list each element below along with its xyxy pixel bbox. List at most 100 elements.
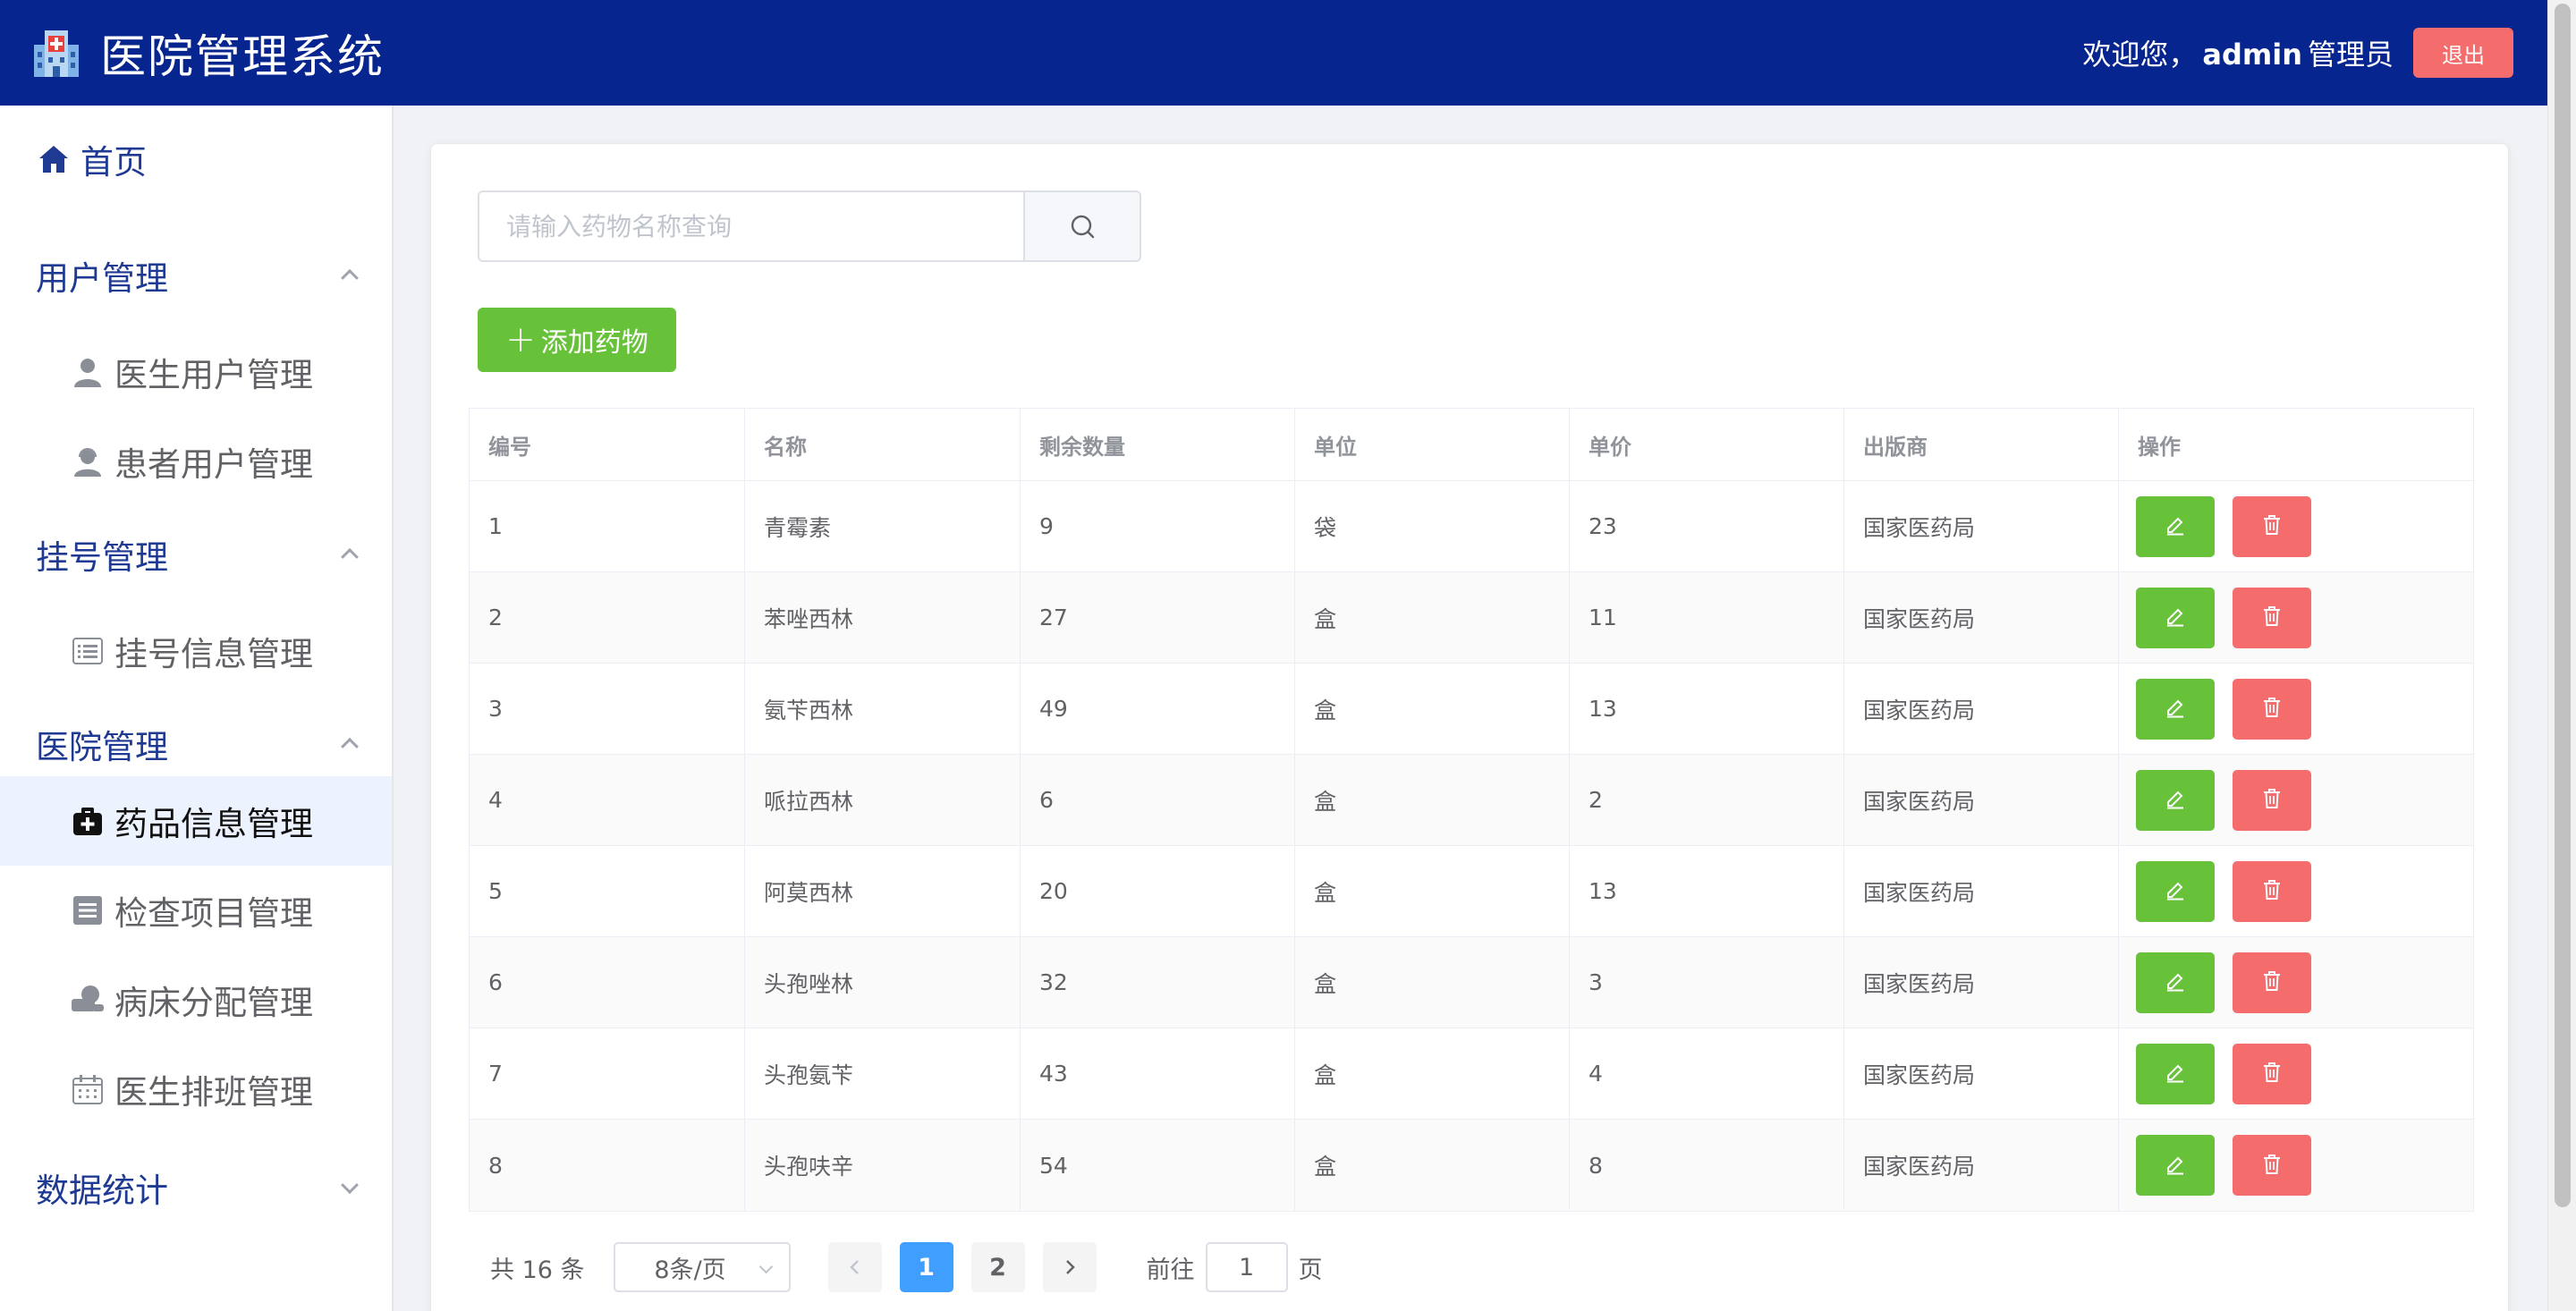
sidebar-group-label: 挂号管理 (36, 538, 168, 577)
goto-page-input[interactable] (1205, 1242, 1288, 1292)
scrollbar-thumb[interactable] (2555, 4, 2571, 1207)
chevron-up-icon (341, 547, 359, 566)
table-cell: 8 (1570, 1120, 1844, 1211)
table-header-row: 编号 名称 剩余数量 单位 单价 出版商 操作 (470, 409, 2473, 481)
page-scrollbar[interactable] (2547, 0, 2576, 1311)
sidebar-group-hospital[interactable]: 医院管理 (0, 699, 392, 789)
search-button[interactable] (1023, 192, 1140, 260)
sidebar-item-patient-users[interactable]: 患者用户管理 (0, 417, 392, 506)
column-header: 单位 (1295, 409, 1570, 480)
column-header: 操作 (2138, 434, 2181, 460)
edit-button[interactable] (2136, 1135, 2215, 1196)
delete-button[interactable] (2233, 1043, 2311, 1104)
table-cell: 54 (1021, 1120, 1295, 1211)
sidebar-item-label: 药品信息管理 (114, 805, 313, 843)
sidebar-item-label: 挂号信息管理 (114, 635, 313, 673)
actions-cell (2119, 1028, 2473, 1119)
sidebar-item-label: 医生排班管理 (114, 1073, 313, 1112)
table-cell: 氨苄西林 (745, 664, 1021, 754)
sidebar-item-registration-info[interactable]: 挂号信息管理 (0, 606, 392, 696)
table-row: 4 哌拉西林 6 盒 2 国家医药局 (470, 755, 2473, 846)
edit-button[interactable] (2136, 1043, 2215, 1104)
table-cell: 国家医药局 (1844, 1028, 2119, 1119)
page-button-2[interactable]: 2 (970, 1242, 1025, 1292)
edit-button[interactable] (2136, 769, 2215, 831)
sidebar-item-doctor-schedule[interactable]: 医生排班管理 (0, 1045, 392, 1134)
table-cell: 7 (470, 1028, 745, 1119)
user-role: 管理员 (2307, 38, 2394, 72)
list-icon (70, 633, 106, 669)
search-icon (1071, 215, 1095, 239)
table-cell: 8 (470, 1120, 745, 1211)
page-size-select[interactable]: 8条/页 (613, 1242, 791, 1292)
user-headset-icon (70, 444, 106, 479)
delete-icon (2260, 605, 2284, 630)
page-button-1[interactable]: 1 (899, 1242, 953, 1292)
bed-icon (70, 982, 106, 1018)
edit-icon (2163, 786, 2188, 814)
table-cell: 11 (1570, 572, 1844, 663)
sidebar-item-label: 首页 (80, 143, 147, 182)
actions-cell (2119, 481, 2473, 571)
sidebar-item-doctor-users[interactable]: 医生用户管理 (0, 327, 392, 417)
delete-icon (2260, 878, 2284, 904)
edit-button[interactable] (2136, 678, 2215, 740)
pagination: 共 16 条 8条/页 1 2 前往 页 (469, 1242, 1453, 1292)
goto-suffix: 页 (1298, 1256, 1323, 1284)
logout-button[interactable]: 退出 (2413, 28, 2513, 78)
plus-icon: + (505, 319, 536, 360)
table-cell: 5 (470, 846, 745, 936)
username: admin (2202, 38, 2302, 72)
chevron-down-icon (758, 1259, 773, 1274)
delete-button[interactable] (2233, 769, 2311, 831)
page-size-value: 8条/页 (654, 1256, 726, 1284)
sidebar-group-user-management[interactable]: 用户管理 (0, 231, 392, 320)
column-header: 名称 (745, 409, 1021, 480)
table-cell: 盒 (1295, 664, 1570, 754)
welcome-prefix: 欢迎您， (2082, 38, 2198, 72)
table-cell: 49 (1021, 664, 1295, 754)
delete-button[interactable] (2233, 1135, 2311, 1196)
first-aid-kit-icon (70, 803, 106, 839)
home-icon (36, 141, 72, 177)
add-medicine-label: 添加药物 (540, 327, 648, 359)
sidebar-group-statistics[interactable]: 数据统计 (0, 1143, 392, 1232)
add-medicine-button[interactable]: + 添加药物 (478, 308, 676, 372)
edit-button[interactable] (2136, 495, 2215, 557)
next-page-button[interactable] (1042, 1242, 1097, 1292)
table-cell: 国家医药局 (1844, 664, 2119, 754)
delete-icon (2260, 696, 2284, 722)
sidebar-item-bed-allocation[interactable]: 病床分配管理 (0, 955, 392, 1045)
medicine-search-input[interactable] (479, 192, 1023, 260)
delete-button[interactable] (2233, 495, 2311, 557)
chevron-up-icon (341, 737, 359, 756)
table-cell: 盒 (1295, 755, 1570, 845)
sidebar-item-label: 医生用户管理 (114, 356, 313, 394)
edit-button[interactable] (2136, 952, 2215, 1013)
sidebar-item-exam-items[interactable]: 检查项目管理 (0, 866, 392, 955)
table-cell: 国家医药局 (1844, 1120, 2119, 1211)
table-cell: 2 (470, 572, 745, 663)
table-cell: 头孢氨苄 (745, 1028, 1021, 1119)
edit-button[interactable] (2136, 587, 2215, 648)
actions-cell (2119, 1120, 2473, 1211)
delete-button[interactable] (2233, 952, 2311, 1013)
prev-page-button[interactable] (827, 1242, 882, 1292)
sidebar-item-label: 患者用户管理 (114, 445, 313, 484)
delete-button[interactable] (2233, 860, 2311, 922)
edit-button[interactable] (2136, 860, 2215, 922)
top-header: 医院管理系统 欢迎您， admin 管理员 退出 (0, 0, 2547, 106)
delete-button[interactable] (2233, 678, 2311, 740)
table-cell: 43 (1021, 1028, 1295, 1119)
column-header: 单价 (1570, 409, 1844, 480)
table-row: 5 阿莫西林 20 盒 13 国家医药局 (470, 846, 2473, 937)
sidebar-item-medicine-info[interactable]: 药品信息管理 (0, 776, 392, 866)
sidebar-item-home[interactable]: 首页 (0, 131, 392, 188)
search-box (478, 190, 1141, 262)
delete-button[interactable] (2233, 587, 2311, 648)
table-cell: 盒 (1295, 846, 1570, 936)
user-icon (70, 354, 106, 390)
actions-cell (2119, 664, 2473, 754)
sidebar-group-registration[interactable]: 挂号管理 (0, 510, 392, 599)
edit-icon (2163, 877, 2188, 905)
